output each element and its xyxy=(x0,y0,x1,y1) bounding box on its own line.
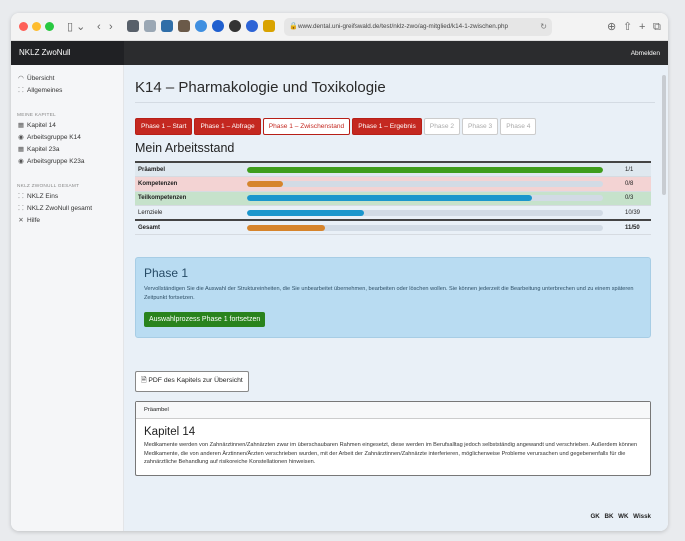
progress-bar xyxy=(247,224,603,231)
phase-button-ergebnis[interactable]: Phase 1 – Ergebnis xyxy=(352,118,422,135)
extension-icon[interactable] xyxy=(195,20,207,32)
sidebar-item-kapitel-14[interactable]: ▦ Kapitel 14 xyxy=(17,120,117,132)
calendar-icon: ▦ xyxy=(17,146,25,153)
table-row: Teilkompetenzen 0/3 xyxy=(135,191,651,206)
phase-button-phase-4: Phase 4 xyxy=(500,118,537,135)
progress-fill xyxy=(247,166,603,173)
sidebar-item-arbeitsgruppe-k14[interactable]: ◉ Arbeitsgruppe K14 xyxy=(17,132,117,144)
row-label: Lernziele xyxy=(135,205,247,221)
sidebar-section-title: NKLZ ZWONULL GESAMT xyxy=(17,184,80,189)
tab-overview-icon[interactable]: ⧉ xyxy=(653,19,661,35)
table-row-total: Gesamt 11/50 xyxy=(135,219,651,235)
minimize-window-button[interactable] xyxy=(32,22,41,31)
document-icon: 🗎 xyxy=(141,377,147,384)
address-bar[interactable]: 🔒 www.dental.uni-greifswald.de/test/nklz… xyxy=(284,18,552,36)
extension-icon[interactable] xyxy=(263,20,275,32)
card-header: Präambel xyxy=(136,402,650,419)
extension-icon[interactable] xyxy=(212,20,224,32)
back-icon[interactable]: ‹ xyxy=(97,19,101,35)
table-row: Präambel 1/1 xyxy=(135,161,651,177)
forward-icon[interactable]: › xyxy=(109,19,113,35)
extension-icon[interactable] xyxy=(229,20,241,32)
row-label: Teilkompetenzen xyxy=(135,191,247,206)
row-value: 0/8 xyxy=(617,176,651,192)
page-title: K14 – Pharmakologie und Toxikologie xyxy=(135,79,655,103)
progress-fill xyxy=(247,209,365,216)
lock-icon: 🔒 xyxy=(289,23,298,30)
extension-icon[interactable] xyxy=(178,20,190,32)
row-value: 1/1 xyxy=(617,161,651,177)
status-heading: Mein Arbeitsstand xyxy=(135,141,235,155)
extension-icon[interactable] xyxy=(246,20,258,32)
row-label: Kompetenzen xyxy=(135,176,247,192)
phase-button-zwischenstand[interactable]: Phase 1 – Zwischenstand xyxy=(262,118,351,135)
sidebar: ◠ Übersicht ⸬ Allgemeines MEINE KAPITEL ▦ K… xyxy=(11,65,124,531)
progress-fill xyxy=(247,180,283,187)
phase-tabs: Phase 1 – Start Phase 1 – Abfrage Phase … xyxy=(135,118,655,135)
preamble-card: Präambel Kapitel 14 Medikamente werden v… xyxy=(135,401,651,476)
sidebar-item-nklz-zwonull-gesamt[interactable]: ⸬ NKLZ ZwoNull gesamt xyxy=(17,203,117,215)
close-window-button[interactable] xyxy=(19,22,28,31)
scrollbar[interactable] xyxy=(662,75,666,195)
brand-title[interactable]: NKLZ ZwoNull xyxy=(11,41,124,65)
app-header: NKLZ ZwoNull Abmelden xyxy=(11,41,668,65)
gauge-icon: ◠ xyxy=(18,75,24,82)
main-content: K14 – Pharmakologie und Toxikologie Phas… xyxy=(124,65,668,531)
progress-bar xyxy=(247,195,603,202)
progress-bar xyxy=(247,209,603,216)
progress-bar xyxy=(247,180,603,187)
competence-tags: GK BK WK Wissk xyxy=(590,513,651,520)
row-label: Präambel xyxy=(135,161,247,177)
phase-button-start[interactable]: Phase 1 – Start xyxy=(135,118,193,135)
status-table: Präambel 1/1 Kompetenzen 0/8 Teilkompete… xyxy=(135,161,651,235)
progress-bar xyxy=(247,166,603,173)
pdf-button-label: PDF des Kapitels zur Übersicht xyxy=(148,377,243,384)
download-icon[interactable]: ⊕ xyxy=(607,19,616,35)
sidebar-item-kapitel-23a[interactable]: ▦ Kapitel 23a xyxy=(17,144,117,156)
grid-icon: ⸬ xyxy=(18,205,24,212)
progress-fill xyxy=(247,224,326,231)
tools-icon: ✕ xyxy=(18,217,24,224)
table-row: Kompetenzen 0/8 xyxy=(135,176,651,192)
extension-icon[interactable] xyxy=(144,20,156,32)
user-icon: ◉ xyxy=(18,158,24,165)
card-text: Medikamente werden von Zahnärztinnen/Zah… xyxy=(144,442,638,465)
row-value: 0/3 xyxy=(617,191,651,206)
sidebar-item-allgemeines[interactable]: ⸬ Allgemeines xyxy=(17,85,117,97)
url-text: www.dental.uni-greifswald.de/test/nklz-z… xyxy=(298,23,508,30)
sidebar-item-nklz-eins[interactable]: ⸬ NKLZ Eins xyxy=(17,191,117,203)
phase-button-phase-2: Phase 2 xyxy=(423,118,460,135)
user-icon: ◉ xyxy=(18,134,24,141)
new-tab-icon[interactable]: + xyxy=(639,19,645,35)
phase-button-abfrage[interactable]: Phase 1 – Abfrage xyxy=(194,118,261,135)
sidebar-item-uebersicht[interactable]: ◠ Übersicht xyxy=(17,73,117,85)
table-row: Lernziele 10/39 xyxy=(135,205,651,221)
sidebar-item-hilfe[interactable]: ✕ Hilfe xyxy=(17,215,117,227)
progress-fill xyxy=(247,195,532,202)
share-icon[interactable]: ⇧ xyxy=(623,19,632,35)
browser-window: ▯ ⌄ ‹ › 🔒 www.dental.uni-greifswald.de/t… xyxy=(11,13,668,531)
browser-toolbar: ▯ ⌄ ‹ › 🔒 www.dental.uni-greifswald.de/t… xyxy=(11,13,668,41)
extension-icon[interactable] xyxy=(127,20,139,32)
calendar-icon: ▦ xyxy=(17,122,25,129)
phase-box-text: Vervollständigen Sie die Auswahl der Str… xyxy=(144,286,634,301)
sidebar-item-arbeitsgruppe-k23a[interactable]: ◉ Arbeitsgruppe K23a xyxy=(17,156,117,168)
sidebar-section-title: MEINE KAPITEL xyxy=(17,113,56,118)
row-label: Gesamt xyxy=(135,219,247,235)
pdf-button[interactable]: 🗎 PDF des Kapitels zur Übersicht xyxy=(135,371,249,392)
phase-box-title: Phase 1 xyxy=(144,266,189,280)
phase-button-phase-3: Phase 3 xyxy=(462,118,499,135)
phase-info-box: Phase 1 Vervollständigen Sie die Auswahl… xyxy=(135,257,651,338)
extension-icon[interactable] xyxy=(161,20,173,32)
card-title: Kapitel 14 xyxy=(144,426,196,438)
grid-icon: ⸬ xyxy=(18,193,24,200)
sidebar-icon[interactable]: ▯ ⌄ xyxy=(67,19,85,35)
row-value: 10/39 xyxy=(617,205,651,221)
row-value: 11/50 xyxy=(617,219,651,235)
continue-selection-button[interactable]: Auswahlprozess Phase 1 fortsetzen xyxy=(144,312,266,327)
zoom-window-button[interactable] xyxy=(45,22,54,31)
logout-link[interactable]: Abmelden xyxy=(631,50,668,57)
grid-icon: ⸬ xyxy=(18,87,24,94)
reload-icon[interactable]: ↻ xyxy=(540,18,547,36)
